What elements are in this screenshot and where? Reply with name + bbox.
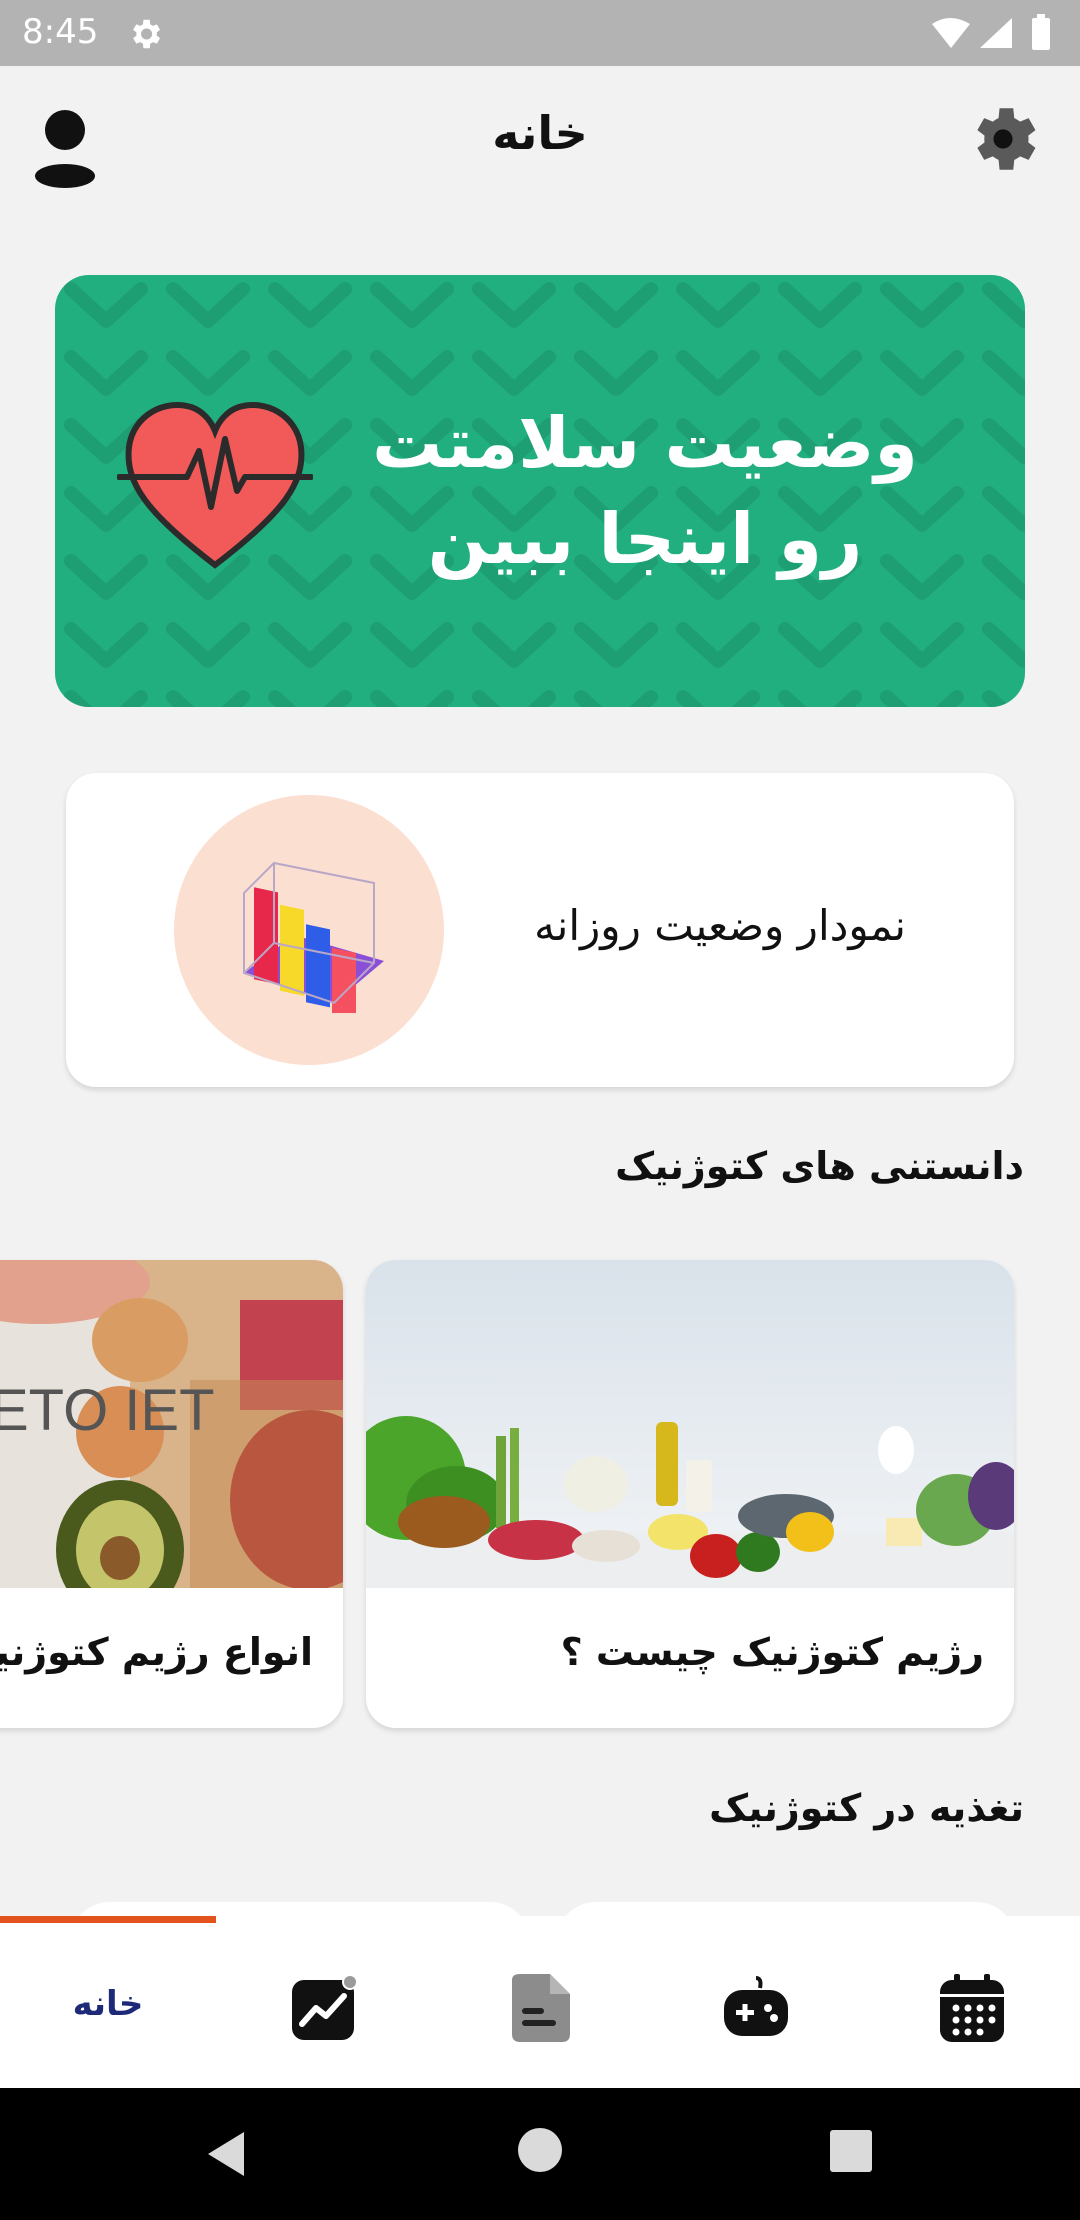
keto-nutrition-title: تغذیه در کتوژنیک [709, 1786, 1024, 1830]
keto-facts-title: دانستنی های کتوژنیک [615, 1144, 1024, 1188]
nav-games[interactable] [648, 1916, 864, 2088]
image-caption-text: ETO IET [0, 1378, 215, 1443]
nav-home-label: خانه [72, 1984, 144, 2024]
gamepad-icon [724, 1976, 788, 2036]
bar-chart-icon [243, 861, 384, 1013]
app-bar: خانه [0, 66, 1080, 222]
status-bar: 8:45 [0, 0, 1080, 66]
banner-text: وضعیت سلامتت رو اینجا ببین [365, 395, 925, 587]
nav-home[interactable]: خانه [0, 1916, 216, 2088]
keto-diet-image: ETO IET [0, 1260, 343, 1588]
profile-icon[interactable] [30, 108, 100, 188]
article-card[interactable]: رژیم کتوژنیک چیست ؟ [366, 1260, 1014, 1728]
document-icon [512, 1974, 570, 2042]
gear-icon[interactable] [962, 98, 1044, 180]
nav-calendar[interactable] [864, 1916, 1080, 2088]
home-button[interactable] [518, 2128, 562, 2172]
chart-illustration-circle [174, 795, 444, 1065]
bottom-navigation: خانه [0, 1916, 1080, 2088]
settings-status-icon [133, 19, 161, 49]
health-status-banner[interactable]: وضعیت سلامتت رو اینجا ببین [55, 275, 1025, 707]
banner-line-1: وضعیت سلامتت [372, 402, 918, 484]
chart-icon [292, 1974, 358, 2040]
heart-pulse-icon [117, 402, 313, 569]
banner-line-2: رو اینجا ببین [427, 498, 863, 580]
nav-documents[interactable] [432, 1916, 648, 2088]
back-icon[interactable] [200, 2128, 252, 2180]
system-navigation-bar [0, 2088, 1080, 2220]
page-title: خانه [492, 106, 588, 160]
calendar-icon [940, 1974, 1004, 2042]
article-title: انواع رژیم کتوژنیک [0, 1630, 313, 1674]
signal-battery-icons [932, 14, 1050, 50]
article-card[interactable]: ETO IET انواع رژیم کتوژنیک [0, 1260, 343, 1728]
daily-chart-card[interactable]: نمودار وضعیت روزانه [66, 773, 1014, 1087]
status-time: 8:45 [22, 12, 99, 52]
keto-food-image [366, 1260, 1014, 1588]
daily-chart-label: نمودار وضعیت روزانه [534, 901, 906, 950]
recent-apps-button[interactable] [830, 2130, 872, 2172]
nav-stats[interactable] [216, 1916, 432, 2088]
article-title: رژیم کتوژنیک چیست ؟ [560, 1630, 984, 1674]
